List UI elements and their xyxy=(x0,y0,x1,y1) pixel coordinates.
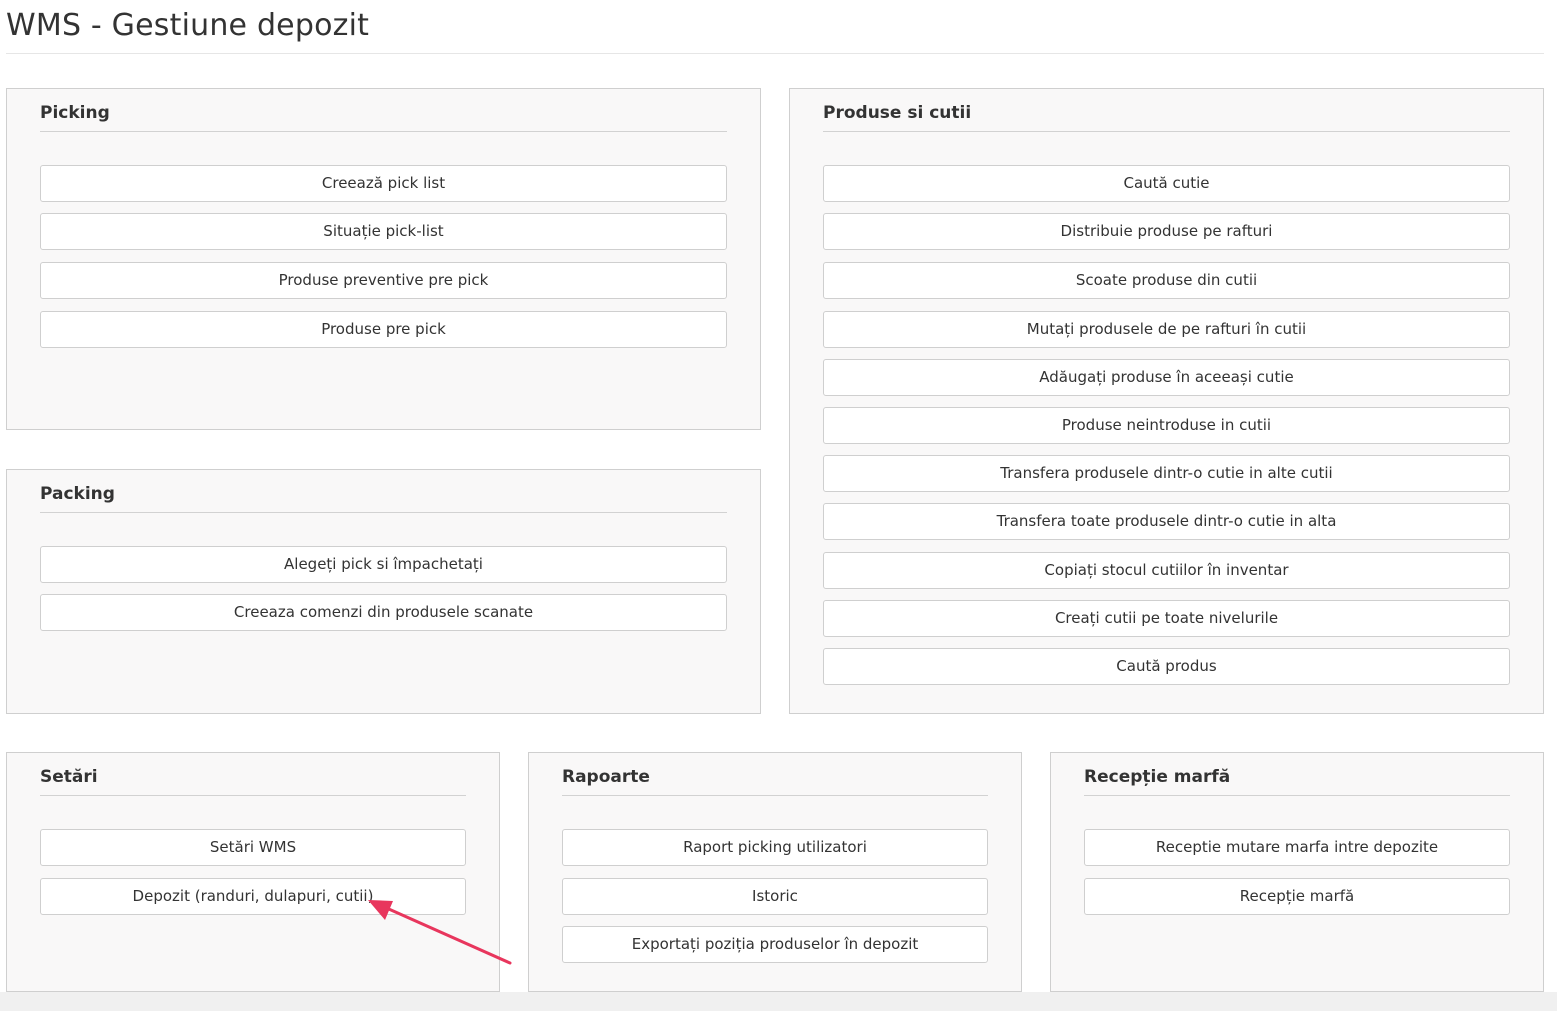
products-boxes-title: Produse si cutii xyxy=(823,103,972,123)
transfer-products-to-other-boxes-button[interactable]: Transfera produsele dintr-o cutie in alt… xyxy=(823,455,1510,492)
create-orders-from-scanned-button[interactable]: Creeaza comenzi din produsele scanate xyxy=(40,594,727,631)
pre-pick-products-button[interactable]: Produse pre pick xyxy=(40,311,727,348)
export-product-positions-button[interactable]: Exportați poziția produselor în depozit xyxy=(562,926,988,963)
reports-title: Rapoarte xyxy=(562,767,650,787)
settings-title: Setări xyxy=(40,767,98,787)
transfer-all-products-button[interactable]: Transfera toate produsele dintr-o cutie … xyxy=(823,503,1510,540)
wms-settings-button[interactable]: Setări WMS xyxy=(40,829,466,866)
products-not-in-boxes-button[interactable]: Produse neintroduse in cutii xyxy=(823,407,1510,444)
goods-receipt-divider xyxy=(1084,795,1510,796)
picking-title: Picking xyxy=(40,103,110,123)
picking-panel: Picking Creează pick list Situație pick-… xyxy=(6,88,761,430)
transfer-receipt-button[interactable]: Receptie mutare marfa intre depozite xyxy=(1084,829,1510,866)
preventive-pre-pick-products-button[interactable]: Produse preventive pre pick xyxy=(40,262,727,299)
packing-panel: Packing Alegeți pick si împachetați Cree… xyxy=(6,469,761,714)
picking-divider xyxy=(40,131,727,132)
goods-receipt-panel: Recepție marfă Receptie mutare marfa int… xyxy=(1050,752,1544,992)
distribute-products-shelves-button[interactable]: Distribuie produse pe rafturi xyxy=(823,213,1510,250)
create-pick-list-button[interactable]: Creează pick list xyxy=(40,165,727,202)
reports-panel: Rapoarte Raport picking utilizatori Isto… xyxy=(528,752,1022,992)
pick-list-status-button[interactable]: Situație pick-list xyxy=(40,213,727,250)
products-boxes-divider xyxy=(823,131,1510,132)
copy-box-stock-to-inventory-button[interactable]: Copiați stocul cutiilor în inventar xyxy=(823,552,1510,589)
choose-pick-and-pack-button[interactable]: Alegeți pick si împachetați xyxy=(40,546,727,583)
warehouse-structure-button[interactable]: Depozit (randuri, dulapuri, cutii) xyxy=(40,878,466,915)
move-products-shelves-to-boxes-button[interactable]: Mutați produsele de pe rafturi în cutii xyxy=(823,311,1510,348)
add-products-same-box-button[interactable]: Adăugați produse în aceeași cutie xyxy=(823,359,1510,396)
reports-divider xyxy=(562,795,988,796)
settings-divider xyxy=(40,795,466,796)
title-divider xyxy=(6,53,1544,54)
goods-receipt-title: Recepție marfă xyxy=(1084,767,1231,787)
user-picking-report-button[interactable]: Raport picking utilizatori xyxy=(562,829,988,866)
history-button[interactable]: Istoric xyxy=(562,878,988,915)
search-product-button[interactable]: Caută produs xyxy=(823,648,1510,685)
remove-products-from-boxes-button[interactable]: Scoate produse din cutii xyxy=(823,262,1510,299)
footer-bar xyxy=(0,992,1557,1011)
settings-panel: Setări Setări WMS Depozit (randuri, dula… xyxy=(6,752,500,992)
packing-title: Packing xyxy=(40,484,115,504)
goods-receipt-button[interactable]: Recepție marfă xyxy=(1084,878,1510,915)
search-box-button[interactable]: Caută cutie xyxy=(823,165,1510,202)
page-title: WMS - Gestiune depozit xyxy=(6,8,370,43)
create-boxes-all-levels-button[interactable]: Creați cutii pe toate nivelurile xyxy=(823,600,1510,637)
products-boxes-panel: Produse si cutii Caută cutie Distribuie … xyxy=(789,88,1544,714)
packing-divider xyxy=(40,512,727,513)
